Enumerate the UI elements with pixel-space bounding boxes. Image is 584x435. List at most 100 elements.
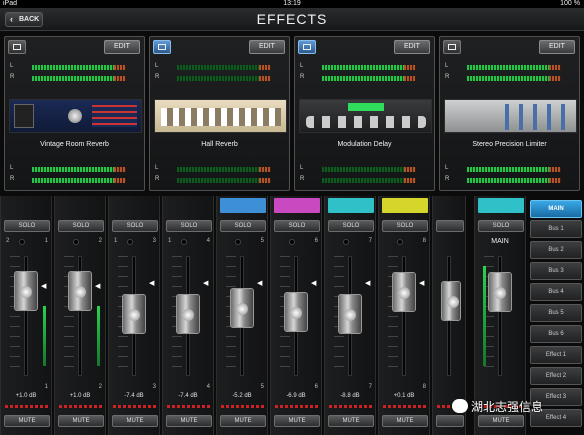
- solo-button[interactable]: SOLO: [112, 220, 158, 232]
- channel-meter: [97, 306, 100, 366]
- input-meter-right: R: [155, 74, 285, 82]
- gain-readout: +1.0 dB: [69, 393, 91, 399]
- channel-number-top: 8: [422, 238, 426, 244]
- gain-readout: +0.1 dB: [393, 393, 415, 399]
- fader-knob[interactable]: [122, 294, 146, 334]
- effect-name: Vintage Room Reverb: [40, 141, 109, 148]
- channel-number: 8: [422, 384, 426, 390]
- input-meter-left: L: [300, 63, 430, 71]
- mute-button[interactable]: MUTE: [166, 415, 212, 427]
- fader-knob[interactable]: [488, 272, 512, 312]
- effect-panel[interactable]: EDIT L R Vintage Room Reverb L R: [4, 36, 145, 191]
- edit-button[interactable]: EDIT: [394, 40, 430, 54]
- fader-knob[interactable]: [14, 271, 38, 311]
- effect-name: Modulation Delay: [337, 141, 392, 148]
- channel-strip: SOLO 1 4 ◀ 4 -7.4 dB MUTE: [162, 196, 214, 435]
- mute-button[interactable]: MUTE: [58, 415, 104, 427]
- effect-toggle-icon[interactable]: [298, 40, 316, 54]
- input-meter-right: R: [445, 74, 575, 82]
- solo-button[interactable]: SOLO: [328, 220, 374, 232]
- bus-button-3[interactable]: Bus 3: [530, 262, 582, 280]
- fader-knob[interactable]: [338, 294, 362, 334]
- channel-color-tab[interactable]: [382, 198, 428, 213]
- watermark: 湖北志强信息: [452, 398, 580, 418]
- effect-panel[interactable]: EDIT L R Modulation Delay L R: [294, 36, 435, 191]
- effect-panel[interactable]: EDIT L R Hall Reverb L R: [149, 36, 290, 191]
- output-meter-right: R: [445, 176, 575, 184]
- level-marker-icon: ◀: [365, 280, 371, 287]
- level-marker-icon: ◀: [41, 283, 47, 290]
- record-arm-button[interactable]: [73, 239, 79, 245]
- level-marker-icon: ◀: [257, 280, 263, 287]
- bus-button-6[interactable]: Bus 6: [530, 325, 582, 343]
- bus-button-1[interactable]: Bus 1: [530, 220, 582, 238]
- mute-button[interactable]: MUTE: [328, 415, 374, 427]
- effect-button-2[interactable]: Effect 2: [530, 367, 582, 385]
- input-meter-right: R: [300, 74, 430, 82]
- channel-color-tab[interactable]: [220, 198, 266, 213]
- main-meter: [483, 266, 486, 366]
- record-arm-button[interactable]: [289, 239, 295, 245]
- effect-toggle-icon[interactable]: [443, 40, 461, 54]
- gain-readout: +1.0 dB: [15, 393, 37, 399]
- record-arm-button[interactable]: [127, 239, 133, 245]
- effect-panel[interactable]: EDIT L R Stereo Precision Limiter L R: [439, 36, 580, 191]
- channel-color-tab[interactable]: [328, 198, 374, 213]
- channel-number: 6: [314, 384, 318, 390]
- record-arm-button[interactable]: [181, 239, 187, 245]
- channel-color-tab[interactable]: [274, 198, 320, 213]
- fader-knob[interactable]: [392, 272, 416, 312]
- level-marker-icon: ◀: [203, 280, 209, 287]
- input-meter-left: L: [155, 63, 285, 71]
- record-arm-button[interactable]: [343, 239, 349, 245]
- channel-strip: SOLO 6 ◀ 6 -6.9 dB MUTE: [270, 196, 322, 435]
- fader-knob[interactable]: [68, 271, 92, 311]
- bus-button-5[interactable]: Bus 5: [530, 304, 582, 322]
- solo-button[interactable]: [436, 220, 464, 232]
- edit-button[interactable]: EDIT: [249, 40, 285, 54]
- reverb-unit-image: [9, 99, 142, 133]
- solo-button[interactable]: SOLO: [220, 220, 266, 232]
- fader-knob[interactable]: [441, 281, 461, 321]
- mute-button[interactable]: MUTE: [4, 415, 50, 427]
- edit-button[interactable]: EDIT: [104, 40, 140, 54]
- record-arm-button[interactable]: [235, 239, 241, 245]
- output-meter-left: L: [300, 165, 430, 173]
- gain-readout: -5.2 dB: [232, 393, 252, 399]
- bus-button-4[interactable]: Bus 4: [530, 283, 582, 301]
- channel-number: 7: [368, 384, 372, 390]
- effect-name: Stereo Precision Limiter: [472, 141, 547, 148]
- fader-knob[interactable]: [176, 294, 200, 334]
- fader-knob[interactable]: [230, 288, 254, 328]
- level-marker-icon: ◀: [149, 280, 155, 287]
- effect-button-1[interactable]: Effect 1: [530, 346, 582, 364]
- input-meter-left: L: [10, 63, 140, 71]
- fader-knob[interactable]: [284, 292, 308, 332]
- mute-button[interactable]: MUTE: [220, 415, 266, 427]
- effect-toggle-icon[interactable]: [153, 40, 171, 54]
- record-arm-button[interactable]: [397, 239, 403, 245]
- bus-button-2[interactable]: Bus 2: [530, 241, 582, 259]
- effects-panel-row: EDIT L R Vintage Room Reverb L R EDIT L …: [4, 36, 580, 191]
- input-meter-left: L: [445, 63, 575, 71]
- mute-button[interactable]: MUTE: [112, 415, 158, 427]
- effect-toggle-icon[interactable]: [8, 40, 26, 54]
- solo-button[interactable]: SOLO: [58, 220, 104, 232]
- solo-button[interactable]: SOLO: [166, 220, 212, 232]
- channel-strip: SOLO 5 ◀ 5 -5.2 dB MUTE: [216, 196, 268, 435]
- input-meter-right: R: [10, 74, 140, 82]
- page-title: EFFECTS: [256, 11, 328, 27]
- level-marker-icon: ◀: [311, 280, 317, 287]
- main-label: MAIN: [491, 238, 509, 245]
- bus-button-main[interactable]: MAIN: [530, 200, 582, 218]
- solo-button[interactable]: SOLO: [274, 220, 320, 232]
- edit-button[interactable]: EDIT: [539, 40, 575, 54]
- solo-button[interactable]: SOLO: [382, 220, 428, 232]
- gain-readout: -8.8 dB: [340, 393, 360, 399]
- mute-button[interactable]: MUTE: [382, 415, 428, 427]
- main-color-tab[interactable]: [478, 198, 524, 213]
- solo-button[interactable]: SOLO: [4, 220, 50, 232]
- solo-button[interactable]: SOLO: [478, 220, 524, 232]
- record-arm-button[interactable]: [19, 239, 25, 245]
- mute-button[interactable]: MUTE: [274, 415, 320, 427]
